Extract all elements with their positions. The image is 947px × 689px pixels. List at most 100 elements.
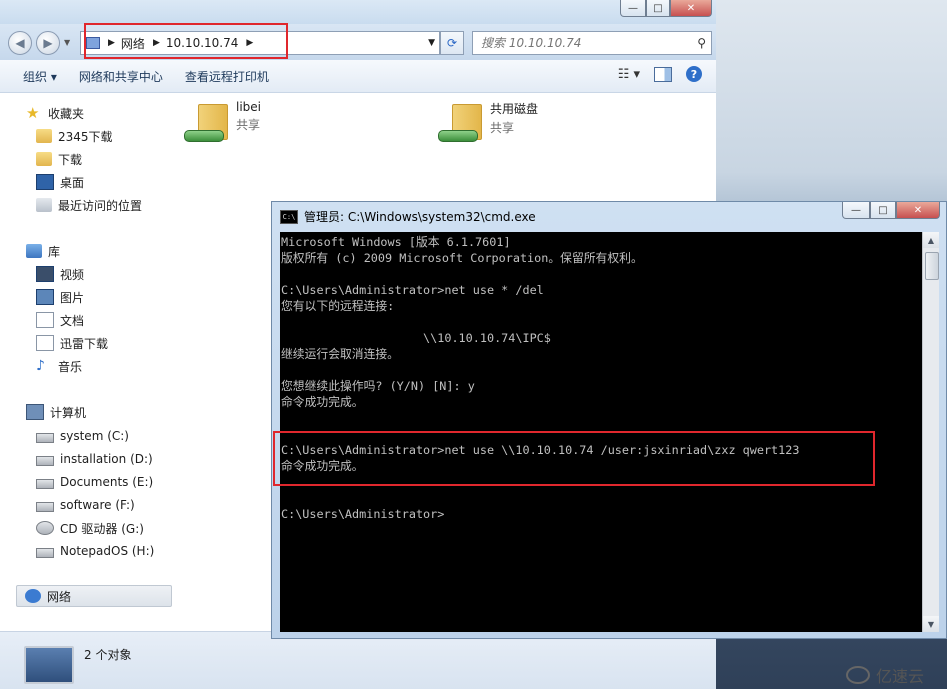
preview-pane-icon[interactable] <box>654 66 672 82</box>
sidebar-item-pictures[interactable]: 图片 <box>36 287 84 307</box>
sidebar-label: 音乐 <box>58 359 83 374</box>
sidebar-item-2345[interactable]: 2345下载 <box>36 126 113 146</box>
organize-menu[interactable]: 组织 ▾ <box>23 68 57 85</box>
watermark: 亿速云 <box>846 663 924 687</box>
forward-arrow-icon: ▶ <box>43 36 53 50</box>
address-dropdown-icon[interactable]: ▼ <box>428 38 435 48</box>
share-type: 共享 <box>236 118 261 132</box>
folder-icon <box>36 129 52 143</box>
console-line: C:\Users\Administrator>net use * /del <box>281 283 544 297</box>
scroll-up-icon[interactable]: ▲ <box>923 232 939 248</box>
sidebar-item-recent[interactable]: 最近访问的位置 <box>36 195 142 215</box>
share-item-public-disk[interactable]: 共用磁盘 共享 <box>438 100 538 144</box>
sidebar-label: 文档 <box>60 313 85 328</box>
explorer-titlebar: — □ ✕ <box>0 0 716 24</box>
sidebar-computer[interactable]: 计算机 <box>26 402 86 422</box>
sidebar-item-desktop[interactable]: 桌面 <box>36 172 84 192</box>
network-computer-icon <box>24 646 74 684</box>
sidebar-drive-h[interactable]: NotepadOS (H:) <box>36 541 154 561</box>
sidebar-label: 库 <box>48 244 61 259</box>
scroll-down-icon[interactable]: ▼ <box>923 616 939 632</box>
sidebar-item-downloads[interactable]: 下载 <box>36 149 82 169</box>
change-view-icon[interactable]: ☷ ▾ <box>618 67 640 82</box>
recent-pages-chevron-icon[interactable]: ▼ <box>64 38 70 47</box>
refresh-icon: ⟳ <box>446 36 458 50</box>
cmd-maximize-button[interactable]: □ <box>870 202 896 219</box>
maximize-button[interactable]: □ <box>646 0 670 17</box>
scroll-thumb[interactable] <box>925 252 939 280</box>
sidebar-drive-e[interactable]: Documents (E:) <box>36 472 153 492</box>
back-button[interactable]: ◀ <box>8 31 32 55</box>
sidebar-label: 网络 <box>47 589 72 604</box>
cd-drive-icon <box>36 521 54 535</box>
library-icon <box>26 244 42 258</box>
cmd-titlebar: C:\ 管理员: C:\Windows\system32\cmd.exe <box>280 208 536 225</box>
sidebar-label: system (C:) <box>60 429 129 443</box>
system-drive-icon <box>36 432 54 443</box>
watermark-logo-icon <box>846 666 870 684</box>
sidebar-label: 下载 <box>58 152 83 167</box>
recent-places-icon <box>36 198 52 212</box>
cmd-close-button[interactable]: ✕ <box>896 202 940 219</box>
command-toolbar: 组织 ▾ 网络和共享中心 查看远程打印机 ☷ ▾ ? <box>0 60 716 93</box>
help-icon[interactable]: ? <box>686 66 702 82</box>
computer-icon <box>26 404 44 420</box>
drive-icon <box>36 455 54 466</box>
sidebar-label: 桌面 <box>60 175 85 190</box>
console-line: \\10.10.10.74\IPC$ <box>281 331 551 345</box>
video-icon <box>36 266 54 282</box>
sidebar-label: 2345下载 <box>58 129 113 144</box>
sidebar-favorites[interactable]: ★ 收藏夹 <box>26 103 84 123</box>
shared-folder-icon <box>184 100 228 144</box>
cmd-window-controls: — □ ✕ <box>842 202 940 219</box>
share-type: 共享 <box>490 121 515 135</box>
sidebar-label: NotepadOS (H:) <box>60 544 155 558</box>
search-box[interactable]: ⚲ <box>472 31 712 55</box>
cmd-window: C:\ 管理员: C:\Windows\system32\cmd.exe — □… <box>271 201 947 639</box>
console-line: 您有以下的远程连接: <box>281 299 395 313</box>
explorer-window-controls: — □ ✕ <box>620 0 712 17</box>
forward-button[interactable]: ▶ <box>36 31 60 55</box>
toolbar-right-group: ☷ ▾ ? <box>618 66 702 82</box>
cmd-scrollbar[interactable]: ▲ ▼ <box>922 232 939 632</box>
sidebar-drive-d[interactable]: installation (D:) <box>36 449 153 469</box>
cmd-minimize-button[interactable]: — <box>842 202 870 219</box>
sidebar-network[interactable]: 网络 <box>16 585 172 607</box>
sidebar-drive-c[interactable]: system (C:) <box>36 426 129 446</box>
console-prompt: C:\Users\Administrator> <box>281 507 445 521</box>
sidebar-label: 图片 <box>60 290 85 305</box>
view-remote-printers-button[interactable]: 查看远程打印机 <box>185 68 269 85</box>
console-line: Microsoft Windows [版本 6.1.7601] <box>281 235 511 249</box>
drive-icon <box>36 547 54 558</box>
sidebar-drive-g[interactable]: CD 驱动器 (G:) <box>36 518 144 538</box>
sidebar-item-videos[interactable]: 视频 <box>36 264 84 284</box>
documents-icon <box>36 312 54 328</box>
sidebar-label: CD 驱动器 (G:) <box>60 521 144 536</box>
cmd-title-text: 管理员: C:\Windows\system32\cmd.exe <box>304 210 536 224</box>
sidebar-label: 计算机 <box>50 405 87 420</box>
sidebar-drive-f[interactable]: software (F:) <box>36 495 135 515</box>
star-icon: ★ <box>26 104 40 122</box>
minimize-button[interactable]: — <box>620 0 646 17</box>
network-sharing-center-button[interactable]: 网络和共享中心 <box>79 68 163 85</box>
close-button[interactable]: ✕ <box>670 0 712 17</box>
share-name: 共用磁盘 <box>490 102 539 116</box>
sidebar-libraries[interactable]: 库 <box>26 241 60 261</box>
navigation-pane: ★ 收藏夹 2345下载 下载 桌面 最近访问的位置 库 视频 图片 文档 迅雷下… <box>0 93 172 613</box>
desktop-icon <box>36 174 54 190</box>
sidebar-label: installation (D:) <box>60 452 153 466</box>
sidebar-label: 最近访问的位置 <box>58 198 143 213</box>
share-name: libei <box>236 100 262 114</box>
details-pane: 2 个对象 <box>0 631 716 689</box>
sidebar-item-documents[interactable]: 文档 <box>36 310 84 330</box>
share-item-libei[interactable]: libei 共享 <box>184 100 261 144</box>
sidebar-label: software (F:) <box>60 498 135 512</box>
drive-icon <box>36 501 54 512</box>
sidebar-item-thunder[interactable]: 迅雷下载 <box>36 333 108 353</box>
search-input[interactable] <box>479 35 683 51</box>
refresh-button[interactable]: ⟳ <box>440 31 464 55</box>
sidebar-label: Documents (E:) <box>60 475 154 489</box>
sidebar-label: 迅雷下载 <box>60 336 109 351</box>
sidebar-item-music[interactable]: ♪ 音乐 <box>36 356 82 376</box>
search-icon[interactable]: ⚲ <box>697 36 706 50</box>
